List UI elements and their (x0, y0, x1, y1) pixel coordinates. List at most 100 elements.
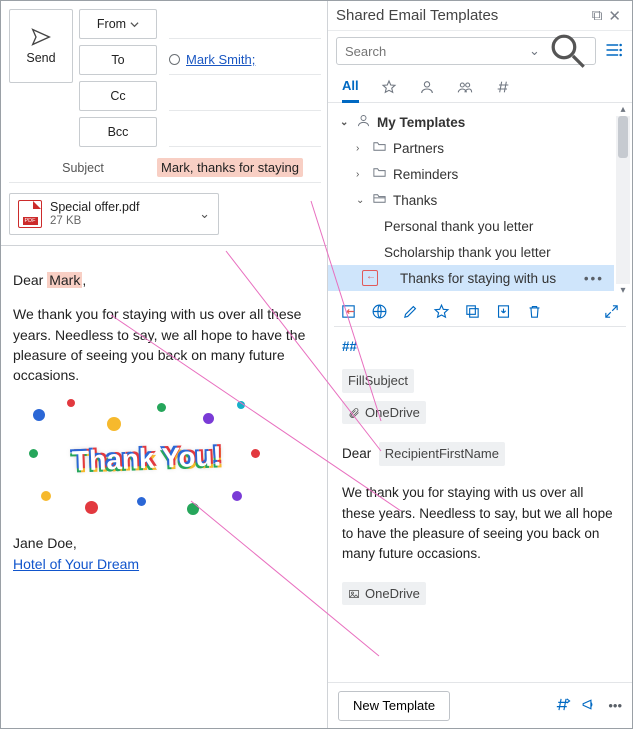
tree-folder-thanks[interactable]: ⌄ Thanks (328, 187, 614, 213)
recipient-status-icon (169, 54, 180, 65)
template-tree: ⌄ My Templates › Partners › Reminders ⌄ … (328, 103, 632, 297)
greeting-name: Mark (47, 272, 82, 288)
attachment-icon (348, 407, 360, 419)
send-label: Send (26, 51, 55, 65)
greeting-line: Dear Mark, (13, 270, 317, 290)
tab-hash[interactable] (495, 71, 511, 102)
caret-down-icon: ⌄ (356, 195, 366, 206)
export-button[interactable] (495, 303, 512, 320)
pane-title: Shared Email Templates (336, 7, 498, 24)
new-template-button[interactable]: New Template (338, 691, 450, 721)
pdf-icon (18, 200, 42, 228)
attachment-info: Special offer.pdf 27 KB (50, 200, 139, 229)
from-button[interactable]: From (79, 9, 157, 39)
announce-icon[interactable] (581, 696, 598, 716)
chip-recipient-token[interactable]: RecipientFirstName (379, 442, 505, 466)
more-icon[interactable]: ••• (608, 698, 622, 713)
tab-team[interactable] (457, 71, 473, 102)
tree-item-personal[interactable]: Personal thank you letter (328, 213, 614, 239)
subject-value[interactable]: Mark, thanks for staying (157, 158, 303, 177)
attachment-name: Special offer.pdf (50, 200, 139, 215)
image-icon (348, 588, 360, 600)
pane-footer: New Template ••• (328, 682, 632, 728)
send-button[interactable]: Send (9, 9, 73, 83)
search-input[interactable] (343, 43, 523, 60)
expand-button[interactable] (603, 303, 620, 320)
caret-right-icon: › (356, 169, 366, 180)
chip-onedrive-attach[interactable]: OneDrive (342, 401, 426, 425)
to-value[interactable]: Mark Smith; (169, 45, 321, 75)
search-box[interactable]: ⌄ (336, 37, 596, 65)
chevron-down-icon[interactable]: ⌄ (529, 43, 540, 59)
template-toolbar (328, 297, 632, 326)
hash-action-icon[interactable] (554, 696, 571, 716)
scroll-thumb[interactable] (618, 116, 628, 158)
subject-row: Subject Mark, thanks for staying (9, 153, 321, 183)
caret-right-icon: › (356, 143, 366, 154)
divider (1, 245, 327, 246)
scroll-up-icon[interactable]: ▴ (620, 103, 625, 116)
tree-root[interactable]: ⌄ My Templates (328, 109, 614, 135)
body-paragraph: We thank you for staying with us over al… (13, 304, 317, 385)
bcc-value[interactable] (169, 117, 321, 147)
tree-folder-partners[interactable]: › Partners (328, 135, 614, 161)
more-icon[interactable]: ••• (584, 271, 604, 286)
bcc-button[interactable]: Bcc (79, 117, 157, 147)
people-icon (457, 79, 473, 95)
chevron-down-icon (130, 20, 139, 29)
compose-header: Send From To Cc Bcc Mark Smith; (9, 9, 321, 147)
attachment-chip[interactable]: Special offer.pdf 27 KB ⌄ (9, 193, 219, 235)
insert-button[interactable] (340, 303, 357, 320)
cc-value[interactable] (169, 81, 321, 111)
chip-onedrive-image[interactable]: OneDrive (342, 582, 426, 606)
app-root: Send From To Cc Bcc Mark Smith; (0, 0, 633, 729)
tree-scrollbar[interactable]: ▴ ▾ (616, 103, 630, 297)
delete-button[interactable] (526, 303, 543, 320)
tab-person[interactable] (419, 71, 435, 102)
search-icon[interactable] (546, 29, 589, 72)
signoff-link[interactable]: Hotel of Your Dream (13, 556, 139, 572)
thankyou-image: Thank You! (27, 399, 267, 519)
close-icon[interactable]: ✕ (605, 5, 624, 27)
cc-button[interactable]: Cc (79, 81, 157, 111)
insert-template-icon (362, 270, 378, 286)
scroll-down-icon[interactable]: ▾ (620, 284, 625, 297)
web-button[interactable] (371, 303, 388, 320)
send-icon (30, 27, 52, 47)
edit-button[interactable] (402, 303, 419, 320)
chevron-down-icon[interactable]: ⌄ (199, 206, 210, 222)
settings-icon[interactable] (604, 40, 624, 63)
person-icon (356, 113, 371, 131)
caret-down-icon: ⌄ (340, 117, 350, 128)
copy-button[interactable] (464, 303, 481, 320)
tab-favorites[interactable] (381, 71, 397, 102)
email-body[interactable]: Dear Mark, We thank you for staying with… (9, 256, 321, 574)
template-preview: ## FillSubject OneDrive Dear RecipientFi… (328, 327, 632, 682)
templates-pane: Shared Email Templates ⧉ ✕ ⌄ All ⌄ (328, 1, 632, 728)
attachment-size: 27 KB (50, 215, 139, 229)
scroll-track[interactable] (616, 116, 630, 284)
folder-icon (372, 165, 387, 183)
folder-open-icon (372, 191, 387, 209)
to-button[interactable]: To (79, 45, 157, 75)
filter-tabs: All (328, 71, 632, 103)
tree-item-selected[interactable]: Thanks for staying with us ••• (328, 265, 614, 291)
signoff-name: Jane Doe, (13, 533, 317, 553)
tree-item-scholarship[interactable]: Scholarship thank you letter (328, 239, 614, 265)
tab-all[interactable]: All (342, 72, 359, 103)
thankyou-text: Thank You! (72, 443, 223, 476)
tree-folder-reminders[interactable]: › Reminders (328, 161, 614, 187)
person-icon (419, 79, 435, 95)
star-icon (381, 79, 397, 95)
macro-marker: ## (342, 337, 618, 357)
pane-titlebar: Shared Email Templates ⧉ ✕ (328, 1, 632, 31)
recipient-chip[interactable]: Mark Smith; (186, 52, 255, 67)
attachments-row: Special offer.pdf 27 KB ⌄ (9, 193, 321, 235)
from-value[interactable] (169, 9, 321, 39)
address-field-buttons: From To Cc Bcc (79, 9, 157, 147)
chip-fillsubject[interactable]: FillSubject (342, 369, 414, 393)
folder-icon (372, 139, 387, 157)
popout-icon[interactable]: ⧉ (589, 5, 606, 26)
preview-paragraph: We thank you for staying with us over al… (342, 483, 618, 564)
favorite-button[interactable] (433, 303, 450, 320)
